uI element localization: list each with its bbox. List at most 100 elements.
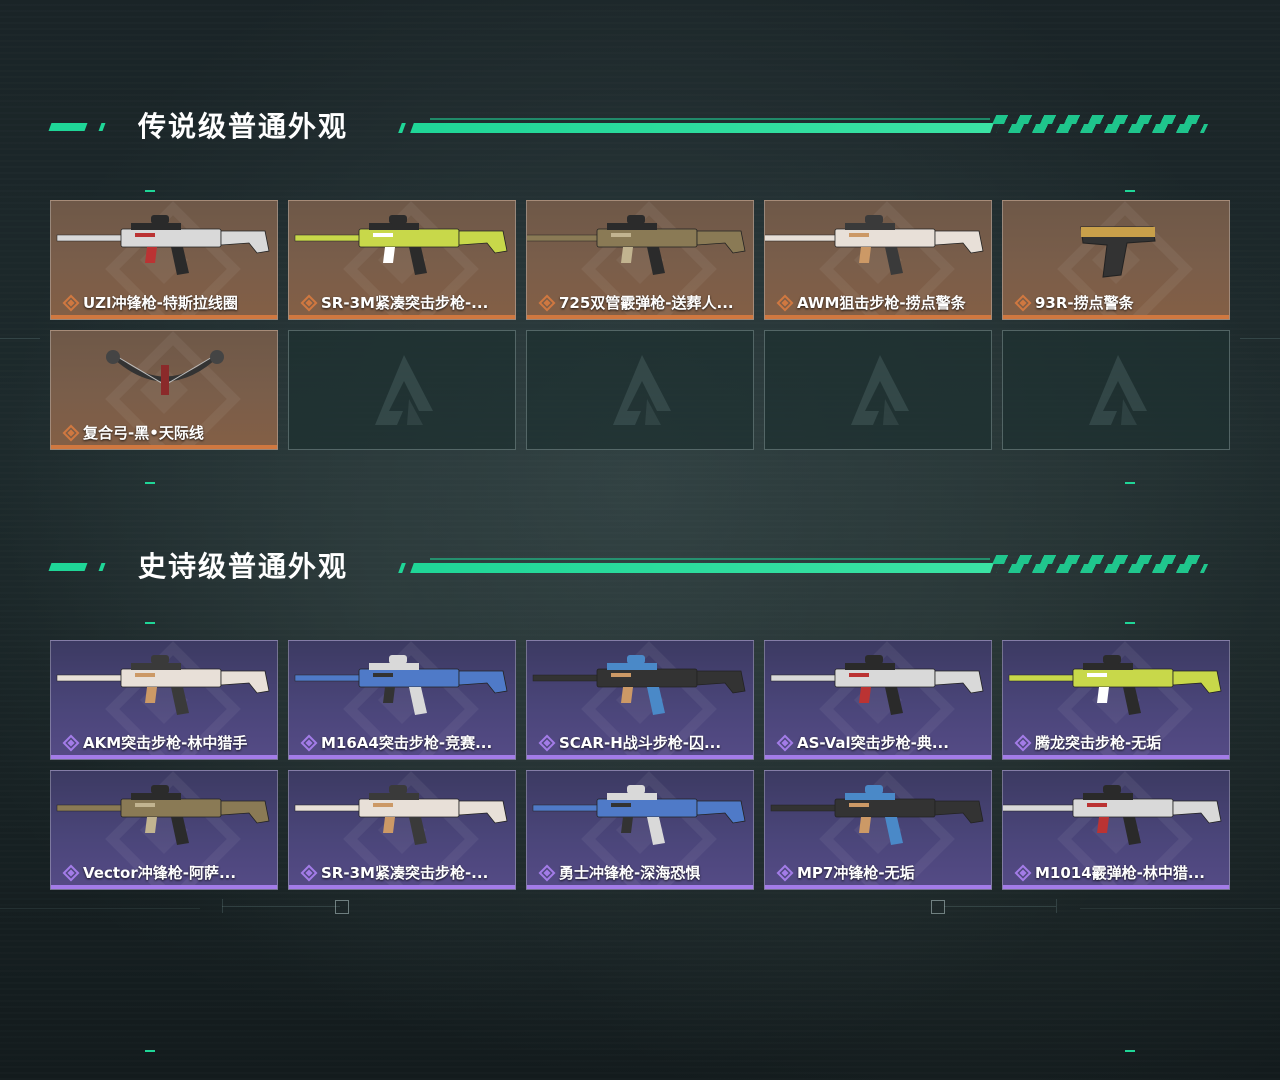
rarity-diamond-icon [62,734,80,752]
header-accent-bar [398,563,406,573]
assault-rifle-icon [294,785,508,845]
item-card[interactable]: AS-Val突击步枪-典... [764,640,992,760]
item-label: MP7冲锋枪-无垢 [797,864,915,882]
header-accent-bar [48,563,88,571]
hud-tick [1125,190,1135,192]
item-card[interactable]: SR-3M紧凑突击步枪-... [288,770,516,890]
item-card[interactable]: SCAR-H战斗步枪-囚... [526,640,754,760]
rarity-diamond-icon [776,864,794,882]
empty-slot [288,330,516,450]
hud-tick [1125,1050,1135,1052]
section-header-epic: 史诗级普通外观 [48,547,1230,587]
item-grid-legendary: UZI冲锋枪-特斯拉线圈 SR-3M紧凑突击步枪-... 725双管霰弹枪-送葬… [50,200,1230,450]
rarity-underline [527,755,753,759]
hud-tick [1125,622,1135,624]
rarity-underline [51,755,277,759]
header-line [410,563,994,573]
shotgun-icon [527,215,746,275]
item-card[interactable]: AWM狙击步枪-捞点警条 [764,200,992,320]
item-label: AKM突击步枪-林中猎手 [83,734,248,752]
item-label: 复合弓-黑•天际线 [83,424,204,442]
battle-rifle-icon [532,655,746,715]
header-accent-bar [398,123,406,133]
pistol-icon [1080,226,1156,278]
item-card[interactable]: AKM突击步枪-林中猎手 [50,640,278,760]
hud-scale-right [1080,908,1280,909]
rarity-underline [51,315,277,319]
rarity-underline [527,315,753,319]
section-title: 史诗级普通外观 [138,550,349,583]
item-label: 725双管霰弹枪-送葬人... [559,294,734,312]
rarity-underline [289,755,515,759]
hud-line-bottom-left-v [222,899,223,913]
background [0,0,1280,1080]
rarity-diamond-icon [1014,294,1032,312]
item-label: SR-3M紧凑突击步枪-... [321,294,489,312]
item-card[interactable]: SR-3M紧凑突击步枪-... [288,200,516,320]
rarity-underline [289,885,515,889]
rarity-underline [765,315,991,319]
section-header-legendary: 传说级普通外观 [48,107,1230,147]
item-label: 93R-捞点警条 [1035,294,1134,312]
empty-slot [526,330,754,450]
rarity-diamond-icon [538,864,556,882]
rarity-diamond-icon [538,734,556,752]
rarity-diamond-icon [62,424,80,442]
uzi-smg-icon [56,215,270,275]
rarity-diamond-icon [776,734,794,752]
item-card[interactable]: 复合弓-黑•天际线 [50,330,278,450]
rarity-diamond-icon [62,864,80,882]
section-title: 传说级普通外观 [138,110,349,143]
item-card[interactable]: M16A4突击步枪-竞赛... [288,640,516,760]
hud-tick [145,622,155,624]
hud-line-bottom-right-v [1056,899,1057,913]
header-line [410,123,994,133]
item-card[interactable]: 93R-捞点警条 [1002,200,1230,320]
rarity-underline [765,755,991,759]
item-card[interactable]: 腾龙突击步枪-无垢 [1002,640,1230,760]
hud-line-bottom-right [944,906,1056,907]
rarity-underline [289,315,515,319]
assault-rifle-icon [56,655,270,715]
hud-line-left [0,338,40,339]
empty-slot-logo-icon [851,355,909,425]
sniper-rifle-icon [765,215,984,275]
rarity-diamond-icon [62,294,80,312]
item-label: AS-Val突击步枪-典... [797,734,949,752]
empty-slot [1002,330,1230,450]
rarity-diamond-icon [300,864,318,882]
rarity-underline [1003,885,1229,889]
rarity-underline [1003,315,1229,319]
rarity-underline [51,885,277,889]
item-card[interactable]: MP7冲锋枪-无垢 [764,770,992,890]
header-thin-line [430,118,990,120]
item-label: AWM狙击步枪-捞点警条 [797,294,966,312]
rarity-underline [527,885,753,889]
item-card[interactable]: Vector冲锋枪-阿萨... [50,770,278,890]
rarity-diamond-icon [1014,734,1032,752]
rarity-underline [51,445,277,449]
compound-bow-icon [106,350,224,395]
hud-tick [145,482,155,484]
hud-tick [1125,482,1135,484]
empty-slot-logo-icon [1089,355,1147,425]
item-card[interactable]: 勇士冲锋枪-深海恐惧 [526,770,754,890]
item-card[interactable]: UZI冲锋枪-特斯拉线圈 [50,200,278,320]
header-accent-bar [98,563,106,571]
item-card[interactable]: M1014霰弹枪-林中猎... [1002,770,1230,890]
hud-line-right [1240,338,1280,339]
header-accent-bar [48,123,88,131]
rarity-diamond-icon [1014,864,1032,882]
assault-rifle-icon [294,215,508,275]
header-checker-pattern [995,124,1209,133]
item-label: 勇士冲锋枪-深海恐惧 [559,864,701,882]
item-grid-epic: AKM突击步枪-林中猎手 M16A4突击步枪-竞赛... SCAR-H战斗步枪-… [50,640,1230,890]
empty-slot [764,330,992,450]
empty-slot-logo-icon [375,355,433,425]
assault-rifle-icon [294,655,508,715]
item-card[interactable]: 725双管霰弹枪-送葬人... [526,200,754,320]
item-label: Vector冲锋枪-阿萨... [83,864,237,882]
hud-scale-left [0,908,200,909]
smg-icon [56,785,270,845]
item-label: SCAR-H战斗步枪-囚... [559,734,722,752]
